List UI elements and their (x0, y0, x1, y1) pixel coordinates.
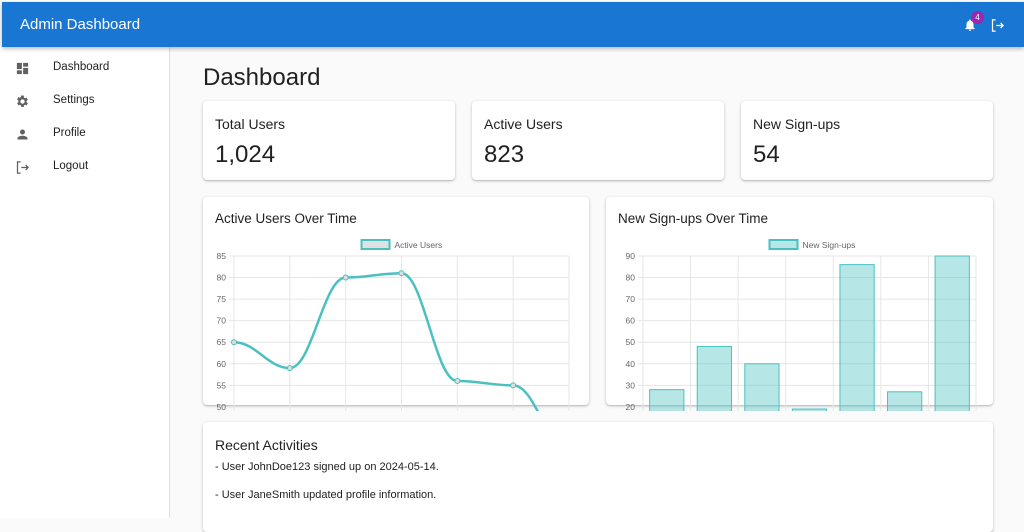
data-point (286, 365, 293, 372)
signups-bar-chart: New Sign-ups0102030405060708090JanuaryFe… (626, 239, 977, 411)
data-bar (744, 363, 780, 411)
y-tick-label: 75 (217, 294, 227, 304)
recent-activities-card: Recent Activities - User JohnDoe123 sign… (203, 422, 993, 532)
stat-card-new-signups: New Sign-ups 54 (741, 101, 993, 180)
sidebar-item-label: Dashboard (53, 61, 110, 73)
activity-item: - User JohnDoe123 signed up on 2024-05-1… (215, 461, 439, 473)
legend-label: Active Users (395, 240, 443, 250)
y-tick-label: 70 (626, 294, 636, 304)
dashboard-icon (16, 62, 29, 75)
stat-label: Total Users (215, 116, 286, 132)
y-tick-label: 20 (626, 402, 636, 411)
page-title: Dashboard (203, 64, 321, 91)
stat-card-active-users: Active Users 823 (472, 101, 724, 180)
y-tick-label: 80 (626, 273, 636, 283)
sidebar-item-profile[interactable]: Profile (0, 118, 169, 151)
logout-icon (16, 161, 30, 174)
notification-badge: 4 (971, 11, 984, 24)
y-tick-label: 65 (217, 337, 227, 347)
data-bar (696, 346, 732, 411)
y-tick-label: 40 (626, 359, 636, 369)
legend-swatch (360, 239, 391, 250)
y-tick-label: 60 (217, 359, 227, 369)
y-tick-label: 50 (626, 337, 636, 347)
data-bar (839, 264, 875, 411)
activities-title: Recent Activities (215, 437, 318, 453)
app-title: Admin Dashboard (20, 16, 141, 33)
data-point (231, 339, 237, 346)
active-users-line-chart: Active Users40455055606570758085JanuaryF… (217, 239, 570, 411)
data-point (454, 378, 461, 385)
y-tick-label: 85 (217, 251, 227, 261)
data-point (398, 270, 405, 277)
stat-value: 1,024 (215, 141, 276, 168)
y-tick-label: 70 (217, 316, 227, 326)
stat-value: 823 (484, 141, 525, 168)
y-tick-label: 60 (626, 316, 636, 326)
sidebar-item-label: Settings (53, 94, 95, 106)
logout-icon[interactable] (990, 18, 1005, 33)
y-tick-label: 90 (626, 251, 636, 261)
stat-label: New Sign-ups (753, 116, 841, 132)
sidebar: Dashboard Settings Profile Logout (0, 47, 170, 518)
data-bar (649, 389, 685, 411)
sidebar-item-label: Profile (53, 127, 86, 139)
data-bar (791, 408, 828, 411)
sidebar-item-settings[interactable]: Settings (0, 85, 169, 118)
active-users-chart-card: Active Users Over Time Active Users40455… (203, 197, 589, 411)
main-content: Dashboard Total Users 1,024 Active Users… (170, 47, 1024, 532)
stat-card-total-users: Total Users 1,024 (203, 101, 455, 180)
sidebar-item-dashboard[interactable]: Dashboard (0, 52, 169, 85)
data-bar (934, 255, 970, 411)
data-point (510, 382, 517, 389)
stat-value: 54 (753, 141, 780, 168)
y-tick-label: 50 (217, 402, 227, 411)
sidebar-item-label: Logout (53, 160, 89, 172)
y-tick-label: 80 (217, 273, 227, 283)
legend-label: New Sign-ups (803, 240, 856, 250)
data-point (342, 274, 349, 281)
gear-icon (17, 95, 28, 107)
y-tick-label: 55 (217, 380, 227, 390)
stat-label: Active Users (484, 116, 563, 132)
data-bar (887, 391, 923, 411)
app-bar: Admin Dashboard 4 (2, 2, 1024, 47)
signups-chart-card: New Sign-ups Over Time New Sign-ups01020… (606, 197, 993, 411)
legend-swatch (768, 239, 799, 250)
person-icon (17, 129, 28, 140)
y-tick-label: 30 (626, 380, 636, 390)
activity-item: - User JaneSmith updated profile informa… (215, 489, 437, 501)
sidebar-item-logout[interactable]: Logout (0, 151, 169, 184)
